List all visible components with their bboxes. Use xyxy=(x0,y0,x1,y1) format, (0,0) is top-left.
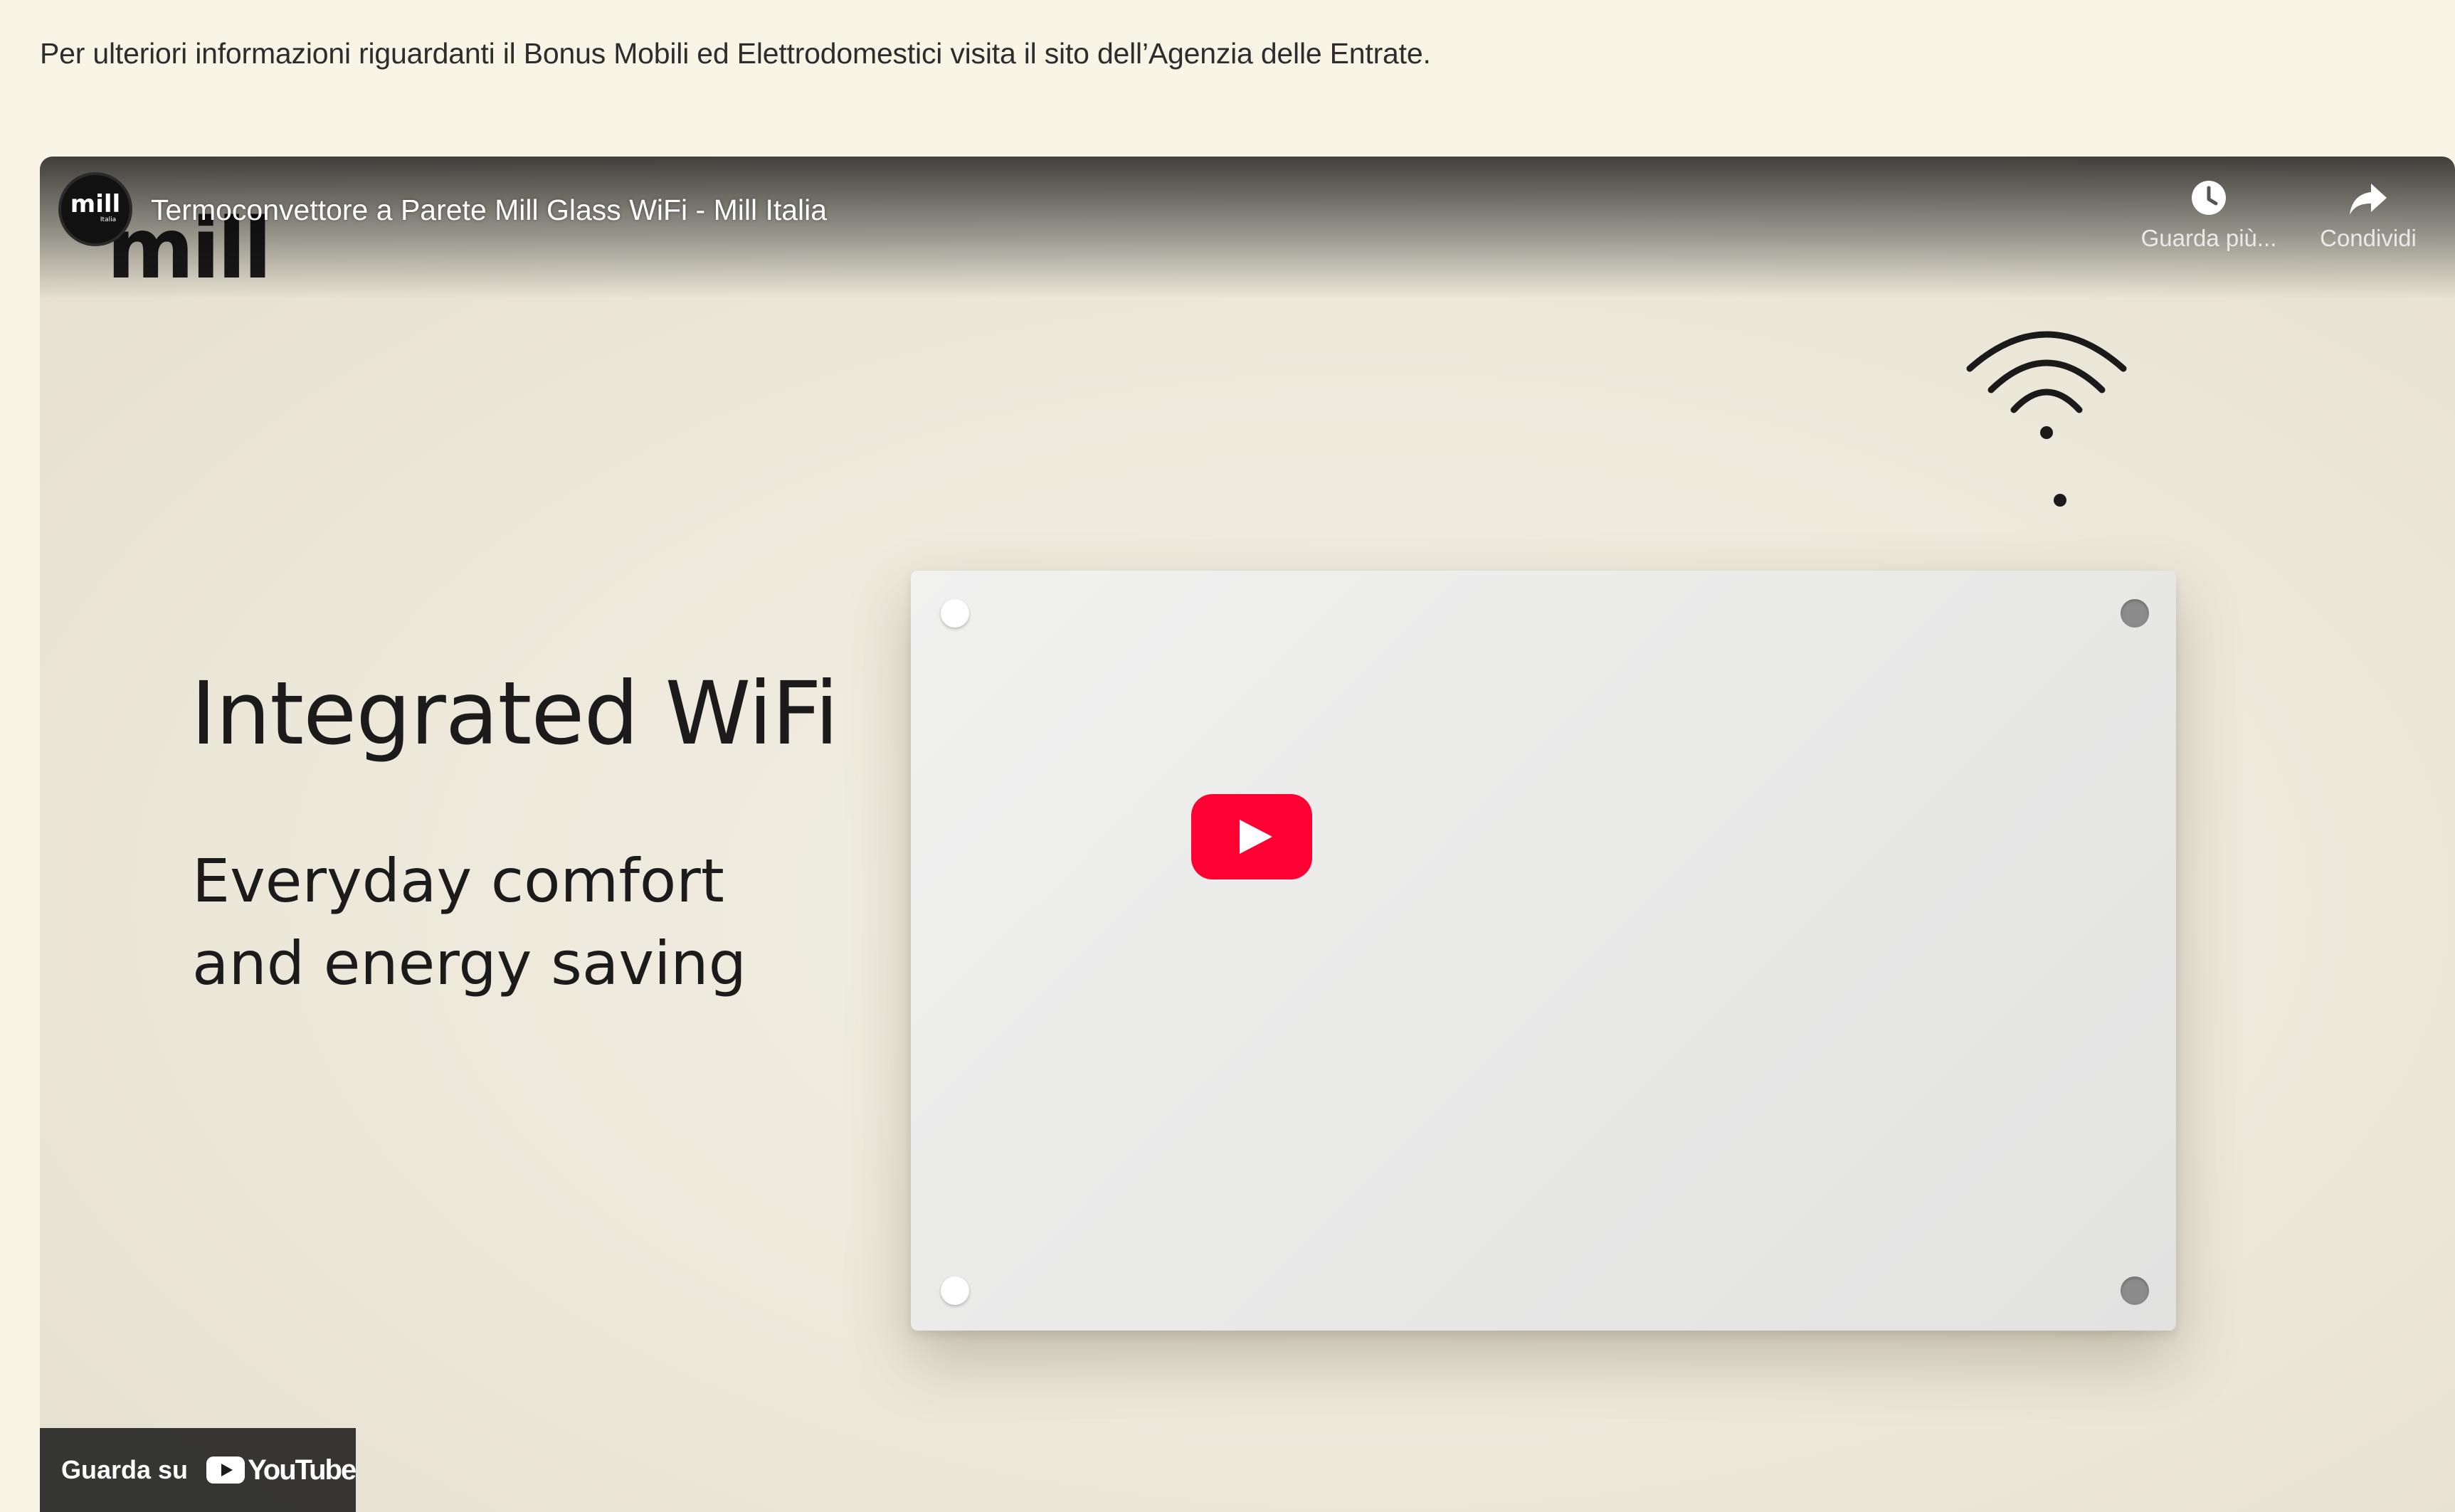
share-button[interactable]: Condividi xyxy=(2297,178,2439,252)
avatar-text: mill xyxy=(70,190,121,218)
share-label: Condividi xyxy=(2320,225,2417,251)
watch-later-button[interactable]: Guarda più... xyxy=(2138,178,2280,252)
share-arrow-icon xyxy=(2350,184,2387,215)
heater-panel-image xyxy=(911,571,2176,1331)
page: Per ulteriori informazioni riguardanti i… xyxy=(0,0,2455,1512)
subheading-line-1: Everyday comfort xyxy=(192,846,724,916)
watch-later-label: Guarda più... xyxy=(2140,225,2277,251)
watch-on-youtube-button[interactable]: Guarda su YouTube xyxy=(40,1428,357,1512)
youtube-logo: YouTube xyxy=(206,1454,357,1486)
video-title-link[interactable]: Termoconvettore a Parete Mill Glass WiFi… xyxy=(151,194,827,227)
wifi-icon xyxy=(1966,331,2127,439)
mount-screw xyxy=(2121,1276,2149,1305)
mount-screw xyxy=(941,599,969,628)
thumbnail-subheading: Everyday comfort and energy saving xyxy=(192,840,904,1005)
youtube-play-icon[interactable] xyxy=(1191,794,1312,879)
youtube-logo-icon xyxy=(206,1457,246,1484)
watch-on-label: Guarda su xyxy=(61,1455,189,1484)
clock-icon xyxy=(2192,181,2226,215)
channel-avatar[interactable]: mill Italia xyxy=(58,172,132,246)
youtube-embed-player[interactable]: mill Integrated WiFi Everyday comfort an… xyxy=(40,157,2455,1512)
info-text: Per ulteriori informazioni riguardanti i… xyxy=(40,37,1431,70)
mount-screw xyxy=(2121,599,2149,628)
mount-screw xyxy=(941,1276,969,1305)
title-bar-shade xyxy=(40,157,2455,299)
subheading-line-2: and energy saving xyxy=(192,929,746,998)
wifi-dot xyxy=(2054,494,2066,507)
youtube-wordmark: YouTube xyxy=(248,1454,357,1486)
thumbnail-heading: Integrated WiFi xyxy=(191,663,839,764)
